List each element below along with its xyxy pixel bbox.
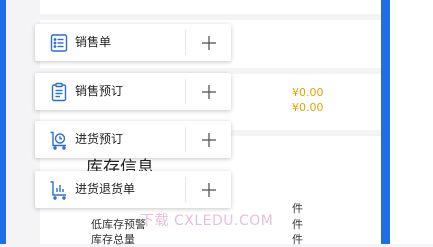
list-document-icon bbox=[49, 33, 69, 53]
menu-item-label: 销售单 bbox=[75, 35, 112, 49]
unit-label: 件 bbox=[292, 233, 303, 246]
divider bbox=[185, 79, 186, 104]
plus-icon bbox=[202, 35, 216, 50]
add-sales-order-button[interactable] bbox=[192, 24, 226, 61]
clipboard-icon bbox=[49, 82, 69, 102]
amount-value: ¥0.00 bbox=[292, 101, 324, 114]
plus-icon bbox=[202, 182, 216, 197]
low-stock-label: 低库存预警 bbox=[91, 218, 146, 231]
menu-item-sales-order[interactable]: 销售单 bbox=[35, 24, 231, 61]
plus-icon bbox=[202, 132, 216, 147]
unit-label: 件 bbox=[292, 218, 303, 231]
menu-item-label: 进货预订 bbox=[75, 132, 124, 146]
right-accent-bar bbox=[381, 0, 390, 244]
background-panel-top bbox=[40, 0, 381, 14]
add-sales-booking-button[interactable] bbox=[192, 73, 226, 110]
menu-item-label: 进货退货单 bbox=[75, 182, 136, 196]
cart-clock-icon bbox=[49, 130, 69, 150]
add-purchase-return-button[interactable] bbox=[192, 171, 226, 208]
return-chart-icon bbox=[49, 180, 69, 200]
plus-icon bbox=[202, 84, 216, 99]
amount-value: ¥0.00 bbox=[292, 86, 324, 99]
right-margin bbox=[390, 0, 433, 244]
divider bbox=[185, 30, 186, 55]
left-accent-bar bbox=[0, 0, 6, 244]
menu-item-sales-booking[interactable]: 销售预订 bbox=[35, 73, 231, 110]
watermark: 下载 CXLEDU.COM bbox=[140, 213, 274, 229]
stock-total-label: 库存总量 bbox=[91, 233, 135, 246]
unit-label: 件 bbox=[292, 202, 303, 215]
menu-item-purchase-booking[interactable]: 进货预订 bbox=[35, 121, 231, 158]
divider bbox=[185, 127, 186, 152]
add-purchase-booking-button[interactable] bbox=[192, 121, 226, 158]
menu-item-label: 销售预订 bbox=[75, 84, 124, 98]
divider bbox=[185, 177, 186, 202]
menu-item-purchase-return[interactable]: 进货退货单 bbox=[35, 171, 231, 208]
